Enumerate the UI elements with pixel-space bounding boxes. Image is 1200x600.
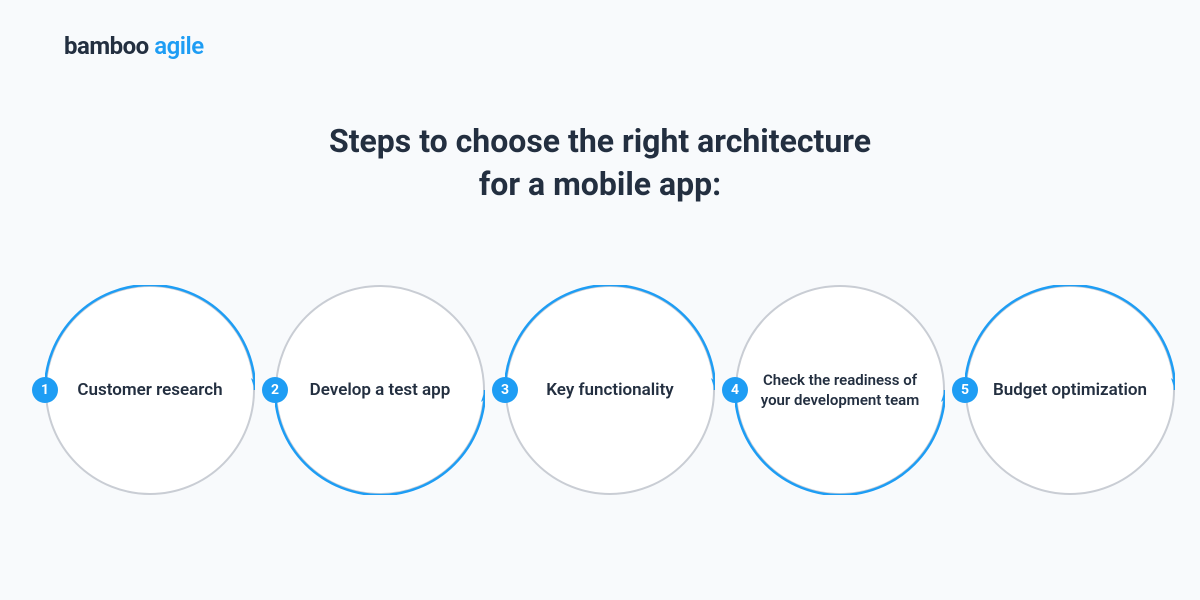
step-number: 5	[961, 382, 969, 398]
step-number: 3	[501, 382, 509, 398]
brand-word-bamboo: bamboo	[64, 32, 149, 60]
title-line-2: for a mobile app:	[0, 163, 1200, 206]
page-title: Steps to choose the right architecture f…	[0, 120, 1200, 206]
title-line-1: Steps to choose the right architecture	[0, 120, 1200, 163]
step-circle-4: Check the readiness of your development …	[735, 285, 945, 495]
step-number: 4	[731, 382, 739, 398]
step-label: Key functionality	[546, 379, 674, 402]
step-circle-5: Budget optimization	[965, 285, 1175, 495]
step-number-badge-4: 4	[722, 377, 748, 403]
brand-logo: bamboo agile	[64, 32, 204, 60]
step-label: Develop a test app	[310, 379, 451, 402]
brand-word-agile: agile	[154, 32, 203, 60]
step-circle-1: Customer research	[45, 285, 255, 495]
step-number-badge-1: 1	[32, 377, 58, 403]
step-circle-2: Develop a test app	[275, 285, 485, 495]
step-number-badge-2: 2	[262, 377, 288, 403]
step-number: 1	[41, 382, 49, 398]
step-number-badge-5: 5	[952, 377, 978, 403]
step-circle-3: Key functionality	[505, 285, 715, 495]
steps-row: Customer research Develop a test app Key…	[45, 280, 1181, 500]
step-label: Budget optimization	[993, 379, 1147, 402]
step-number: 2	[271, 382, 279, 398]
step-number-badge-3: 3	[492, 377, 518, 403]
step-label: Check the readiness of your development …	[749, 370, 931, 411]
step-label: Customer research	[77, 379, 222, 402]
